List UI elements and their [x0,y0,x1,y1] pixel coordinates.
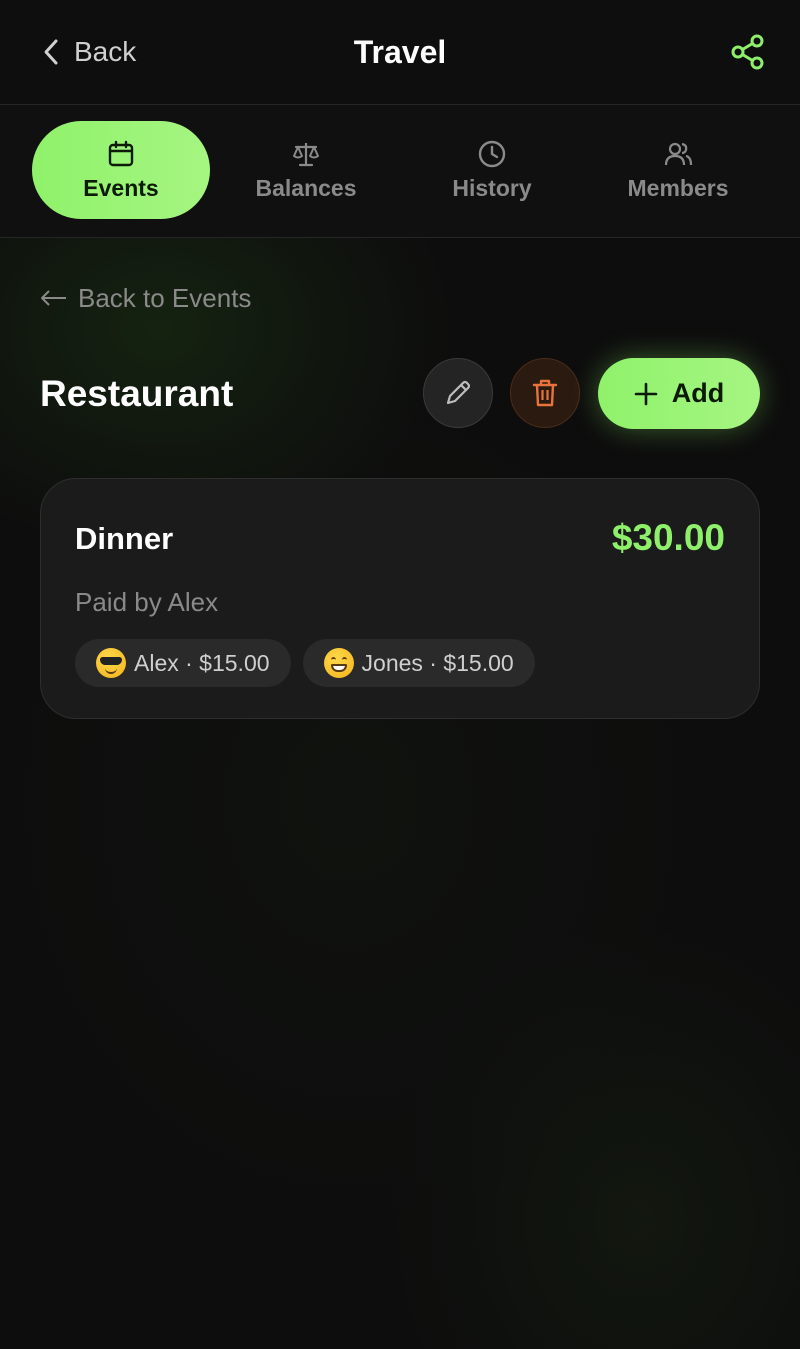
top-bar: Back Travel [0,0,800,105]
expense-amount: $30.00 [611,517,725,558]
trash-icon [532,379,558,407]
tab-bar: Events Balances History Members [0,105,800,238]
tab-label: Events [83,174,159,201]
split-list: Alex · $15.00 Jones · $15.00 [75,639,535,687]
split-chip-label: Jones · $15.00 [361,649,514,676]
add-expense-button[interactable]: Add [598,358,760,429]
paid-by-text: Paid by Alex [75,587,219,617]
grinning-emoji-icon [323,648,354,678]
split-chip-jones: Jones · $15.00 [302,639,535,687]
delete-event-button[interactable] [510,358,580,428]
edit-event-button[interactable] [423,358,493,428]
share-icon [731,34,764,70]
tab-members[interactable]: Members [589,121,767,219]
tab-history[interactable]: History [403,121,581,219]
add-label: Add [671,378,725,408]
clock-icon [478,140,506,167]
expense-card[interactable]: Dinner $30.00 Paid by Alex Alex · $15.00… [40,478,760,719]
calendar-icon [108,140,134,166]
tab-label: History [452,174,532,201]
scale-icon [293,142,319,166]
sunglasses-emoji-icon [96,648,126,678]
tab-label: Balances [255,174,357,201]
split-chip-alex: Alex · $15.00 [75,639,291,687]
expense-name: Dinner [75,521,174,556]
event-title: Restaurant [40,373,234,414]
share-button[interactable] [728,30,768,74]
tab-label: Members [627,174,729,201]
tab-balances[interactable]: Balances [217,121,395,219]
back-to-events-link[interactable]: Back to Events [40,278,251,318]
page-title: Travel [353,34,447,70]
arrow-left-icon [41,290,66,306]
back-to-events-label: Back to Events [78,282,252,313]
pencil-icon [446,380,471,405]
users-icon [664,142,693,165]
plus-icon [634,382,658,405]
tab-events[interactable]: Events [32,121,210,219]
split-chip-label: Alex · $15.00 [134,649,270,676]
